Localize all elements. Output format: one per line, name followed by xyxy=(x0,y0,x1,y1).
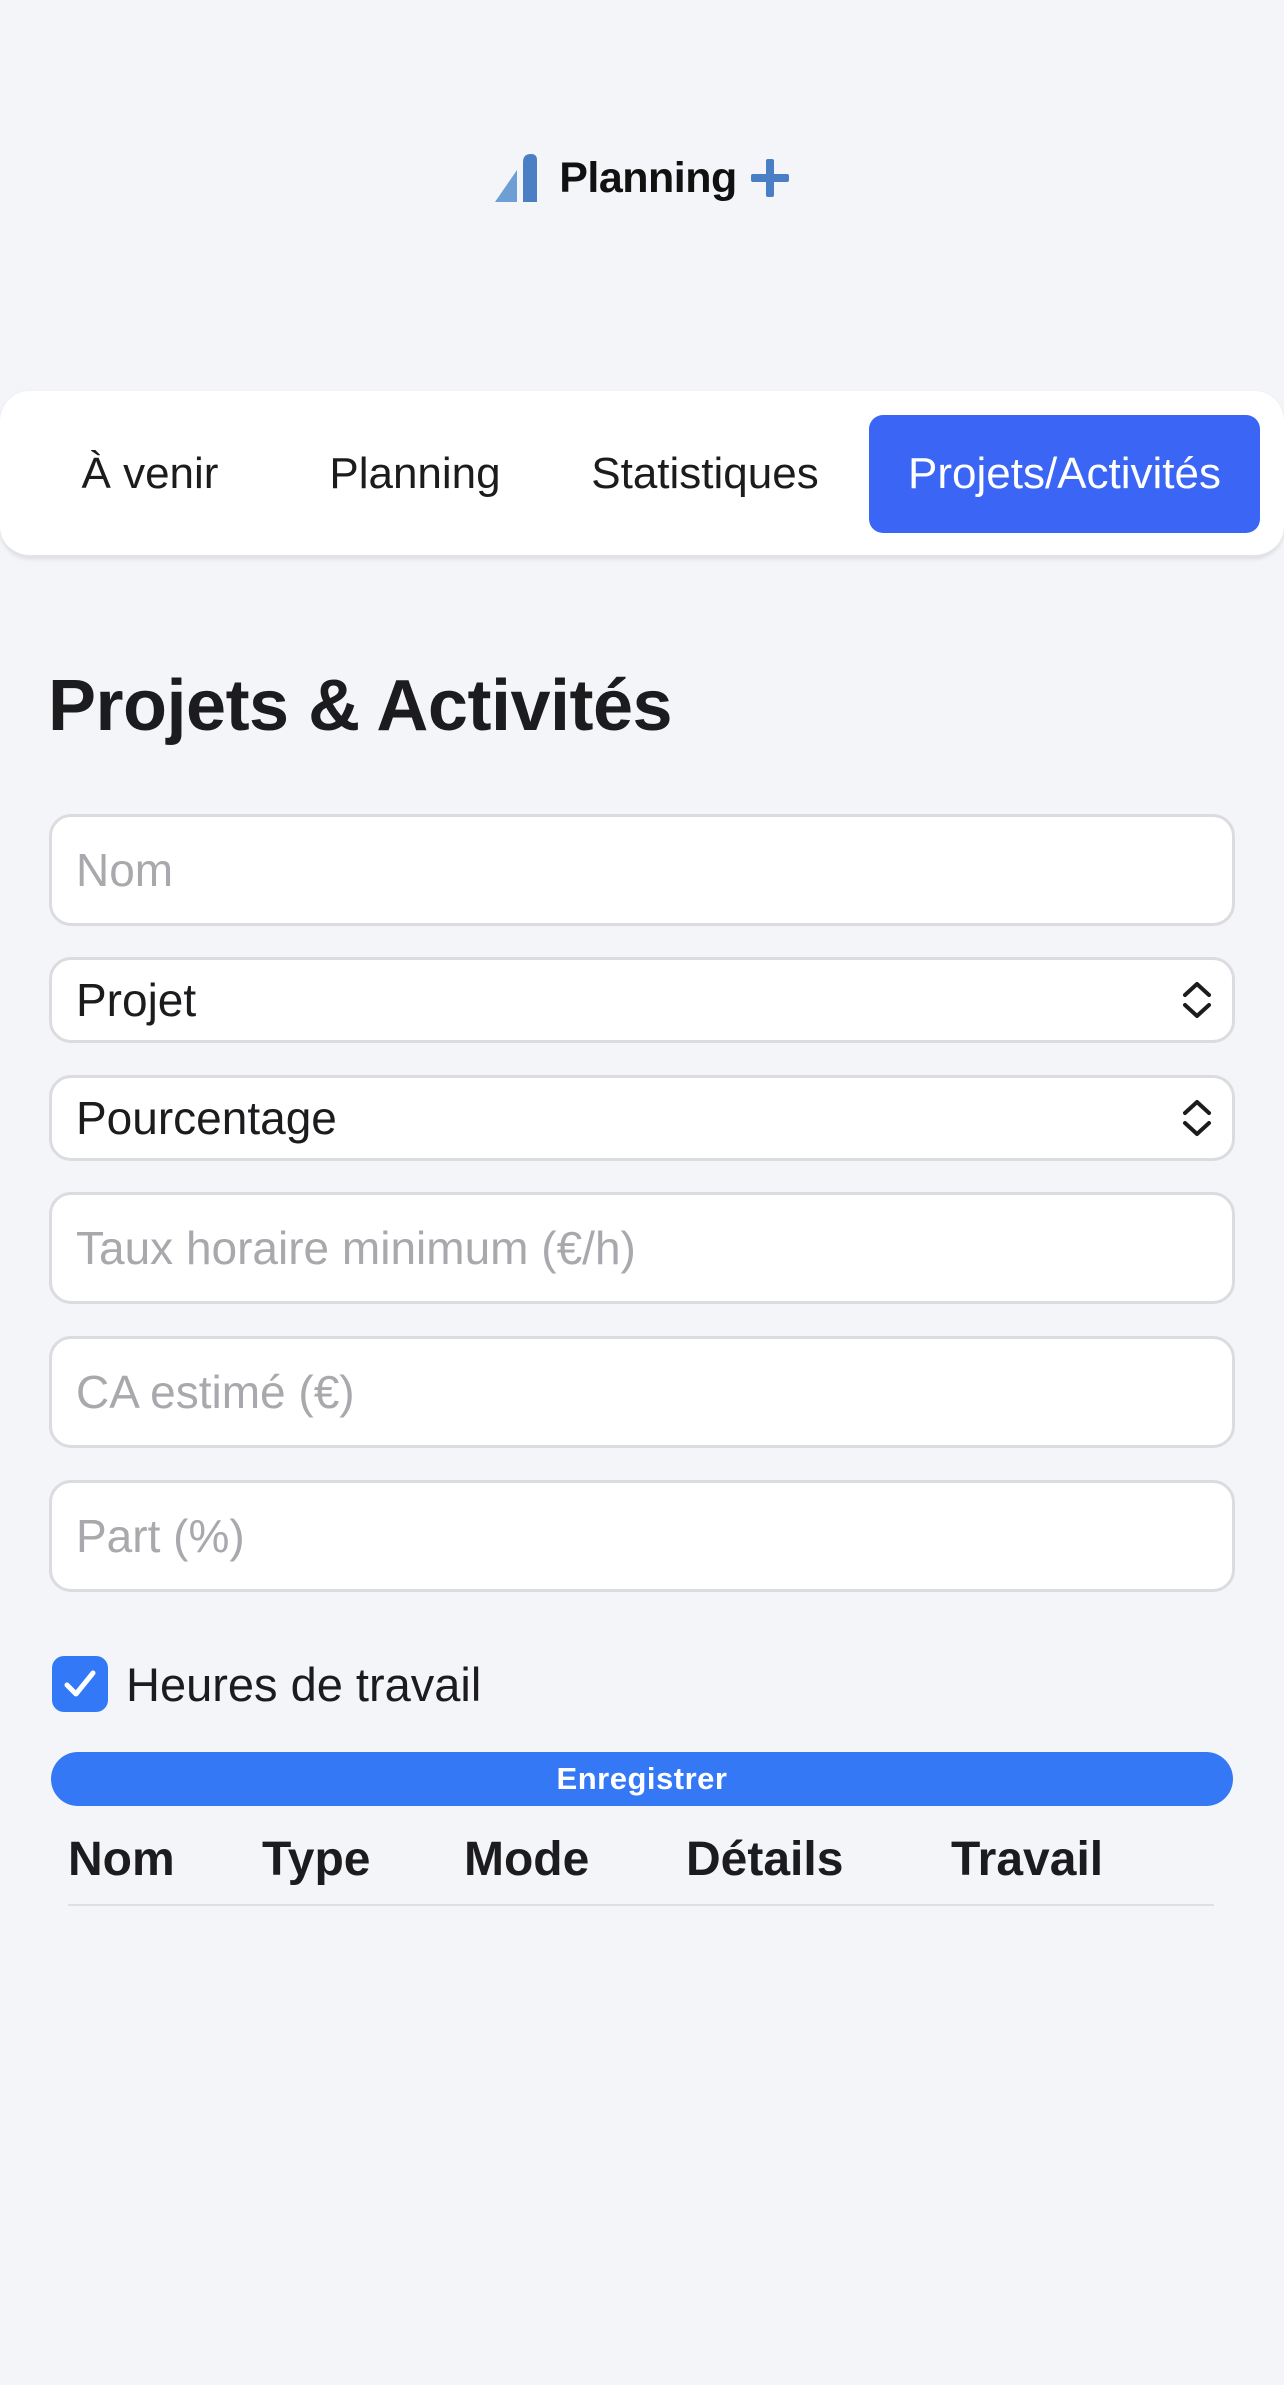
type-select[interactable]: Projet xyxy=(49,957,1235,1043)
work-hours-label: Heures de travail xyxy=(126,1657,482,1711)
page-title: Projets & Activités xyxy=(48,666,673,746)
tab-planning[interactable]: Planning xyxy=(290,415,540,533)
type-select-value: Projet xyxy=(76,974,197,1026)
app-name: Planning xyxy=(559,153,737,202)
projects-table-header: Nom Type Mode Détails Travail xyxy=(68,1826,1214,1906)
chevron-up-down-icon xyxy=(1183,982,1211,1018)
checkmark-icon xyxy=(64,1670,96,1697)
column-header-mode[interactable]: Mode xyxy=(464,1832,589,1887)
column-header-work[interactable]: Travail xyxy=(951,1832,1103,1887)
bar-chart-icon xyxy=(495,154,538,202)
name-input[interactable] xyxy=(49,814,1235,926)
estimated-revenue-input[interactable] xyxy=(49,1336,1235,1448)
main-tab-bar: À venir Planning Statistiques Projets/Ac… xyxy=(0,391,1284,557)
column-header-details[interactable]: Détails xyxy=(686,1832,843,1887)
tab-upcoming[interactable]: À venir xyxy=(30,415,270,533)
plus-icon xyxy=(750,159,789,197)
mode-select[interactable]: Pourcentage xyxy=(49,1075,1235,1161)
chevron-up-down-icon xyxy=(1183,1100,1211,1136)
work-hours-row: Heures de travail xyxy=(52,1656,481,1712)
app-page: Planning À venir Planning Statistiques P… xyxy=(0,0,1284,2385)
tab-statistics[interactable]: Statistiques xyxy=(560,415,850,533)
share-percent-input[interactable] xyxy=(49,1480,1235,1592)
column-header-type[interactable]: Type xyxy=(262,1832,370,1887)
save-button[interactable]: Enregistrer xyxy=(51,1752,1233,1806)
column-header-name[interactable]: Nom xyxy=(68,1832,175,1887)
mode-select-value: Pourcentage xyxy=(76,1092,337,1144)
app-logo: Planning xyxy=(0,152,1284,204)
work-hours-checkbox[interactable] xyxy=(52,1656,108,1712)
tab-projects-activities[interactable]: Projets/Activités xyxy=(869,415,1260,533)
min-hourly-rate-input[interactable] xyxy=(49,1192,1235,1304)
